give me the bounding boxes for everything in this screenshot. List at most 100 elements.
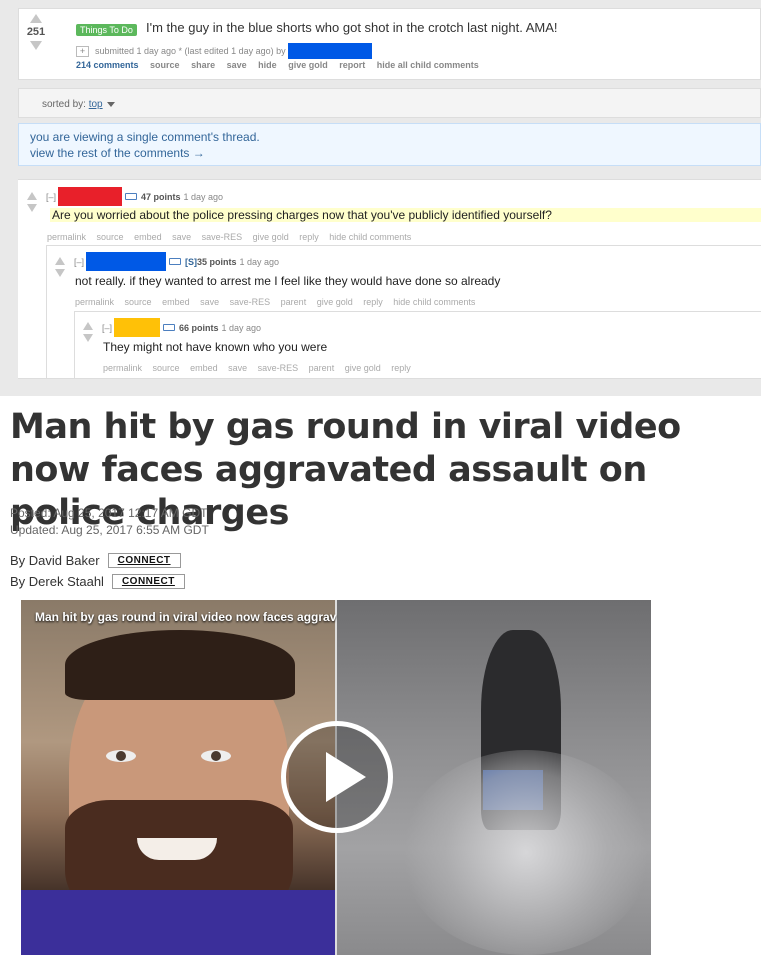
upvote-icon[interactable]	[27, 192, 37, 200]
comment-button-permalink[interactable]: permalink	[103, 363, 142, 373]
redacted-username	[58, 187, 123, 206]
comment-points: 35 points	[197, 256, 237, 267]
upvote-icon[interactable]	[83, 322, 93, 330]
comment-vote-block	[82, 322, 94, 342]
eye-shape	[201, 750, 231, 762]
screenshot: 251 Things To Do I'm the guy in the blue…	[0, 0, 761, 963]
video-title: Man hit by gas round in viral video now …	[35, 610, 337, 624]
submitter-tag[interactable]: [S]	[185, 257, 197, 267]
post-button-hide-children[interactable]: hide all child comments	[377, 60, 479, 70]
post-button-source[interactable]: source	[150, 60, 180, 70]
post-meta: + submitted 1 day ago * (last edited 1 d…	[76, 43, 372, 59]
comment-button-give-gold[interactable]: give gold	[317, 297, 353, 307]
redacted-username	[287, 43, 372, 59]
post-submitted-text: submitted 1 day ago * (last edited 1 day…	[95, 46, 286, 56]
downvote-icon[interactable]	[55, 269, 65, 277]
comment-button-give-gold[interactable]: give gold	[253, 232, 289, 242]
shirt-shape	[21, 890, 335, 955]
chevron-down-icon[interactable]	[106, 101, 115, 107]
post-button-report[interactable]: report	[339, 60, 365, 70]
sort-label: sorted by:	[42, 99, 86, 110]
redacted-username	[86, 252, 167, 271]
comment-button-embed[interactable]: embed	[134, 232, 162, 242]
comment-buttons: permalink source embed save save-RES par…	[75, 297, 483, 307]
post-button-share[interactable]: share	[191, 60, 215, 70]
post-flair: Things To Do	[76, 24, 137, 36]
comment-text: not really. if they wanted to arrest me …	[75, 274, 501, 288]
comment-button-parent[interactable]: parent	[309, 363, 335, 373]
comment-time: 1 day ago	[183, 191, 224, 202]
post-button-give-gold[interactable]: give gold	[288, 60, 328, 70]
comment-text: Are you worried about the police pressin…	[50, 208, 761, 222]
comment-time: 1 day ago	[239, 256, 280, 267]
smile-shape	[137, 838, 217, 860]
post-button-comments[interactable]: 214 comments	[76, 60, 139, 70]
article-updated: Updated: Aug 25, 2017 6:55 AM GDT	[10, 523, 209, 537]
comment-button-embed[interactable]: embed	[190, 363, 218, 373]
post-button-save[interactable]: save	[227, 60, 247, 70]
comment-time: 1 day ago	[221, 322, 262, 333]
comment-text: They might not have known who you were	[103, 340, 328, 354]
author-name: By David Baker	[10, 553, 100, 568]
comment-button-reply[interactable]: reply	[391, 363, 411, 373]
connect-button[interactable]: CONNECT	[107, 553, 181, 568]
article-posted: Posted: Aug 25, 2017 12:17 AM GDT	[10, 506, 208, 520]
tag-icon[interactable]	[163, 324, 176, 331]
downvote-icon[interactable]	[83, 334, 93, 342]
collapse-toggle[interactable]: [–]	[102, 323, 112, 333]
post-title[interactable]: I'm the guy in the blue shorts who got s…	[146, 20, 557, 35]
comment-button-source[interactable]: source	[125, 297, 152, 307]
hair-shape	[65, 630, 295, 700]
comment-button-source[interactable]: source	[153, 363, 180, 373]
connect-button[interactable]: CONNECT	[111, 574, 185, 589]
comment-tagline: [–] 47 points 1 day ago	[46, 187, 223, 206]
post-button-hide[interactable]: hide	[258, 60, 277, 70]
comment-button-save-res[interactable]: save-RES	[230, 297, 271, 307]
downvote-icon[interactable]	[27, 204, 37, 212]
video-player[interactable]: Man hit by gas round in viral video now …	[21, 600, 651, 955]
comment-button-save-res[interactable]: save-RES	[258, 363, 299, 373]
thread-notice-text: you are viewing a single comment's threa…	[30, 130, 260, 144]
comment-button-hide-children[interactable]: hide child comments	[329, 232, 411, 242]
comment-button-permalink[interactable]: permalink	[47, 232, 86, 242]
redacted-username	[114, 318, 161, 337]
smoke-shape	[401, 750, 651, 955]
post-score: 251	[26, 26, 46, 38]
post-vote-block: 251	[22, 14, 50, 50]
sort-value[interactable]: top	[89, 99, 103, 110]
play-button[interactable]	[281, 721, 393, 833]
view-rest-link[interactable]: view the rest of the comments →	[30, 146, 205, 160]
author-byline: By Derek Staahl CONNECT	[10, 574, 185, 589]
post-buttons: 214 comments source share save hide give…	[76, 60, 488, 70]
comment-button-give-gold[interactable]: give gold	[345, 363, 381, 373]
comment-button-embed[interactable]: embed	[162, 297, 190, 307]
comment-button-parent[interactable]: parent	[281, 297, 307, 307]
upvote-icon[interactable]	[55, 257, 65, 265]
expando-button[interactable]: +	[76, 45, 89, 57]
comment-button-save[interactable]: save	[172, 232, 191, 242]
comment-tagline: [–] 66 points 1 day ago	[102, 318, 261, 337]
collapse-toggle[interactable]: [–]	[46, 192, 56, 202]
comment-button-save[interactable]: save	[228, 363, 247, 373]
tag-icon[interactable]	[169, 258, 182, 265]
comment-button-save[interactable]: save	[200, 297, 219, 307]
comment-button-permalink[interactable]: permalink	[75, 297, 114, 307]
downvote-icon[interactable]	[30, 41, 42, 50]
tag-icon[interactable]	[125, 193, 138, 200]
comment-button-save-res[interactable]: save-RES	[202, 232, 243, 242]
sort-control[interactable]: sorted by: top	[42, 99, 115, 110]
comment-vote-block	[54, 257, 66, 277]
upvote-icon[interactable]	[30, 14, 42, 23]
author-name: By Derek Staahl	[10, 574, 104, 589]
comment-button-reply[interactable]: reply	[299, 232, 319, 242]
collapse-toggle[interactable]: [–]	[74, 257, 84, 267]
comment-button-source[interactable]: source	[97, 232, 124, 242]
comment-points: 47 points	[141, 191, 181, 202]
author-byline: By David Baker CONNECT	[10, 553, 181, 568]
comment-tagline: [–] [S] 35 points 1 day ago	[74, 252, 279, 271]
eye-shape	[106, 750, 136, 762]
comment-buttons: permalink source embed save save-RES giv…	[47, 232, 419, 242]
comment-points: 66 points	[179, 322, 219, 333]
comment-button-hide-children[interactable]: hide child comments	[393, 297, 475, 307]
comment-button-reply[interactable]: reply	[363, 297, 383, 307]
